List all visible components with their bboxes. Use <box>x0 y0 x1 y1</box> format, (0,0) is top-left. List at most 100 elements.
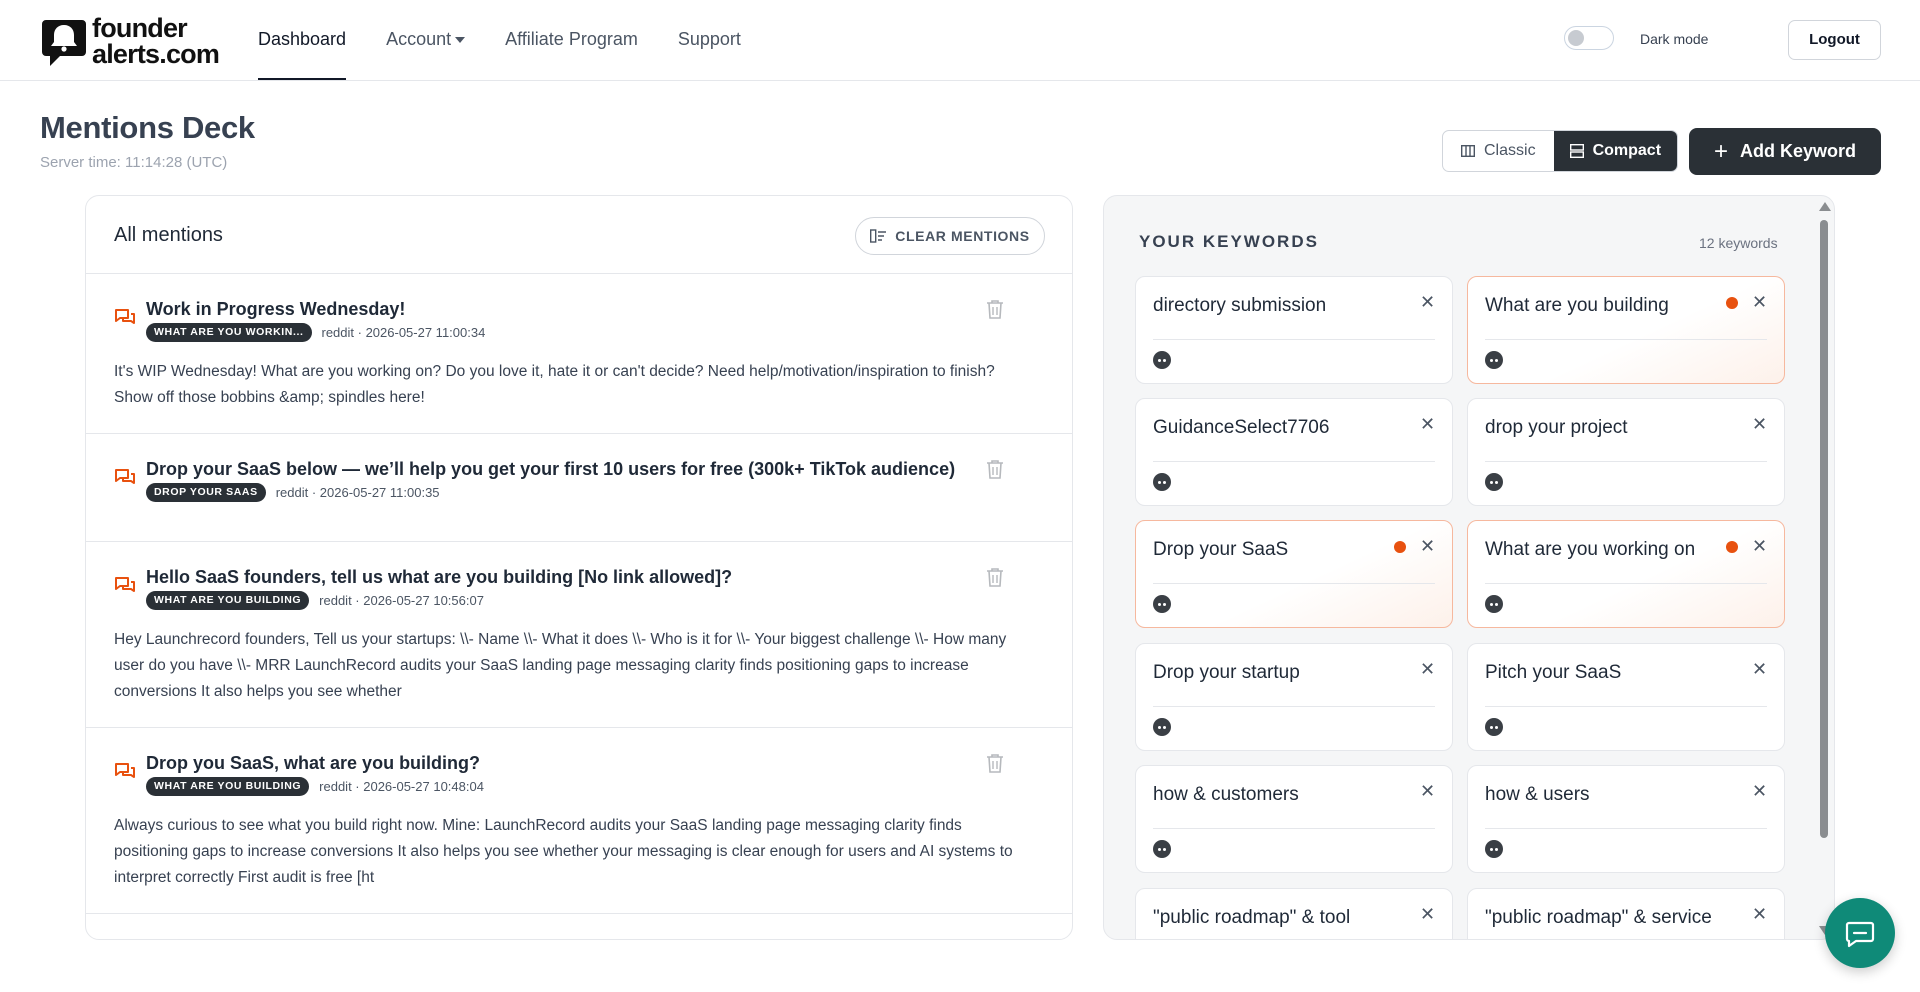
chat-bubbles-icon <box>114 308 136 333</box>
reddit-icon <box>1153 351 1171 369</box>
mention-title[interactable]: Hello SaaS founders, tell us what are yo… <box>146 567 732 588</box>
new-mention-dot <box>1726 297 1738 309</box>
divider <box>1485 706 1767 707</box>
mentions-header: All mentions CLEAR MENTIONS <box>86 196 1072 274</box>
keyword-card[interactable]: GuidanceSelect7706 ✕ <box>1135 398 1453 506</box>
trash-icon[interactable] <box>986 299 1004 324</box>
view-compact-button[interactable]: Compact <box>1553 131 1678 171</box>
mentions-panel: All mentions CLEAR MENTIONS Work in Prog… <box>85 195 1073 940</box>
keyword-card[interactable]: Drop your SaaS ✕ <box>1135 520 1453 628</box>
nav-affiliate-program[interactable]: Affiliate Program <box>505 0 638 80</box>
scrollbar-thumb[interactable] <box>1820 220 1828 838</box>
bell-logo-icon <box>40 14 88 68</box>
keyword-card[interactable]: how & customers ✕ <box>1135 765 1453 873</box>
keyword-card[interactable]: directory submission ✕ <box>1135 276 1453 384</box>
chat-bubbles-icon <box>114 468 136 493</box>
mentions-title: All mentions <box>114 224 223 246</box>
trash-icon[interactable] <box>986 459 1004 484</box>
mention-source: reddit · 2026-05-27 10:48:04 <box>319 779 484 794</box>
close-icon[interactable]: ✕ <box>1420 905 1435 923</box>
close-icon[interactable]: ✕ <box>1752 415 1767 433</box>
trash-icon[interactable] <box>986 753 1004 778</box>
reddit-icon <box>1485 473 1503 491</box>
divider <box>1153 461 1435 462</box>
new-mention-dot <box>1394 541 1406 553</box>
close-icon[interactable]: ✕ <box>1420 782 1435 800</box>
reddit-icon <box>1153 718 1171 736</box>
close-icon[interactable]: ✕ <box>1420 415 1435 433</box>
mention-body: Always curious to see what you build rig… <box>114 817 1013 886</box>
keyword-name: drop your project <box>1485 417 1628 438</box>
mention-item[interactable]: Drop your SaaS below — we’ll help you ge… <box>86 434 1072 542</box>
keyword-card[interactable]: "public roadmap" & service ✕ <box>1467 888 1785 939</box>
keyword-card[interactable]: Drop your startup ✕ <box>1135 643 1453 751</box>
close-icon[interactable]: ✕ <box>1752 905 1767 923</box>
close-icon[interactable]: ✕ <box>1420 537 1435 555</box>
brand-logo[interactable]: founder alerts.com <box>40 14 220 68</box>
chat-support-button[interactable] <box>1825 898 1895 968</box>
keyword-tag: WHAT ARE YOU WORKIN... <box>146 323 312 342</box>
close-icon[interactable]: ✕ <box>1420 660 1435 678</box>
mention-item[interactable]: Hello SaaS founders, tell us what are yo… <box>86 542 1072 728</box>
columns-icon <box>1461 145 1475 157</box>
close-icon[interactable]: ✕ <box>1752 293 1767 311</box>
keyword-card[interactable]: What are you building ✕ <box>1467 276 1785 384</box>
mention-title[interactable]: Work in Progress Wednesday! <box>146 299 405 320</box>
toggle-knob <box>1568 30 1584 46</box>
reddit-icon <box>1485 718 1503 736</box>
dark-mode-toggle[interactable] <box>1564 26 1614 50</box>
reddit-icon <box>1485 840 1503 858</box>
keyword-name: What are you building <box>1485 295 1669 316</box>
mention-body: It's WIP Wednesday! What are you working… <box>114 363 995 406</box>
dark-mode-label: Dark mode <box>1640 31 1709 47</box>
view-classic-button[interactable]: Classic <box>1443 131 1554 171</box>
keyword-tag: WHAT ARE YOU BUILDING <box>146 777 310 796</box>
keyword-name: GuidanceSelect7706 <box>1153 417 1330 438</box>
mention-title[interactable]: Drop your SaaS below — we’ll help you ge… <box>146 459 955 480</box>
close-icon[interactable]: ✕ <box>1752 660 1767 678</box>
close-icon[interactable]: ✕ <box>1420 293 1435 311</box>
mention-source: reddit · 2026-05-27 10:56:07 <box>319 593 484 608</box>
page-title: Mentions Deck <box>40 110 255 145</box>
divider <box>1485 828 1767 829</box>
close-icon[interactable]: ✕ <box>1752 537 1767 555</box>
reddit-icon <box>1153 840 1171 858</box>
keyword-card[interactable]: "public roadmap" & tool ✕ <box>1135 888 1453 939</box>
chevron-down-icon <box>455 37 466 44</box>
clear-mentions-button[interactable]: CLEAR MENTIONS <box>855 217 1045 255</box>
new-mention-dot <box>1726 541 1738 553</box>
chat-icon <box>1845 921 1875 948</box>
mention-source: reddit · 2026-05-27 11:00:34 <box>321 325 486 340</box>
keyword-tag: WHAT ARE YOU BUILDING <box>146 591 310 610</box>
keyword-card[interactable]: drop your project ✕ <box>1467 398 1785 506</box>
add-keyword-button[interactable]: + Add Keyword <box>1689 128 1881 175</box>
logout-button[interactable]: Logout <box>1788 20 1881 60</box>
keyword-card[interactable]: Pitch your SaaS ✕ <box>1467 643 1785 751</box>
nav-account[interactable]: Account <box>386 0 466 80</box>
keywords-count: 12 keywords <box>1699 235 1778 251</box>
divider <box>1153 706 1435 707</box>
keyword-name: how & customers <box>1153 784 1299 805</box>
divider <box>1153 828 1435 829</box>
mention-item[interactable]: Work in Progress Wednesday! WHAT ARE YOU… <box>86 274 1072 434</box>
mention-source: reddit · 2026-05-27 11:00:35 <box>275 485 440 500</box>
divider <box>1153 583 1435 584</box>
keyword-name: Drop your SaaS <box>1153 539 1289 560</box>
scroll-up-arrow-icon[interactable] <box>1819 202 1831 211</box>
keyword-card[interactable]: What are you working on ✕ <box>1467 520 1785 628</box>
keyword-name: What are you working on <box>1485 539 1696 560</box>
trash-icon[interactable] <box>986 567 1004 592</box>
plus-icon: + <box>1713 137 1728 165</box>
chat-bubbles-icon <box>114 762 136 787</box>
mention-item[interactable]: Drop you SaaS, what are you building? WH… <box>86 728 1072 914</box>
mention-title[interactable]: Drop you SaaS, what are you building? <box>146 753 480 774</box>
main-nav: Dashboard Account Affiliate Program Supp… <box>258 0 781 80</box>
keyword-name: Pitch your SaaS <box>1485 662 1622 683</box>
reddit-icon <box>1485 351 1503 369</box>
close-icon[interactable]: ✕ <box>1752 782 1767 800</box>
keyword-name: Drop your startup <box>1153 662 1300 683</box>
keyword-card[interactable]: how & users ✕ <box>1467 765 1785 873</box>
rows-icon <box>1569 144 1584 158</box>
nav-dashboard[interactable]: Dashboard <box>258 0 347 80</box>
nav-support[interactable]: Support <box>678 0 741 80</box>
